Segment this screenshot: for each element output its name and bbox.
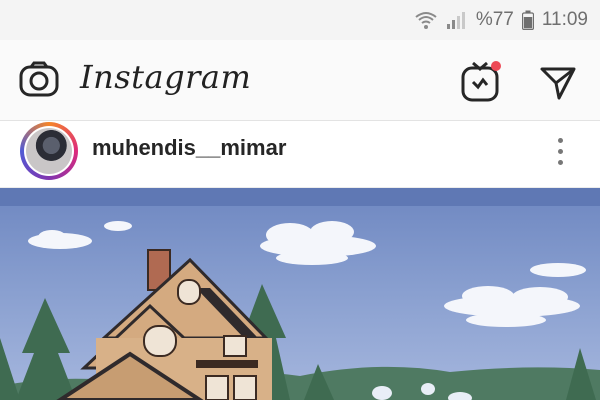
battery-percent: %77 bbox=[475, 9, 514, 30]
wifi-icon bbox=[414, 10, 438, 30]
camera-icon bbox=[19, 61, 59, 102]
clock: 11:09 bbox=[541, 9, 588, 30]
igtv-button[interactable] bbox=[460, 60, 504, 104]
igtv-icon bbox=[460, 61, 504, 108]
signal-icon bbox=[446, 10, 468, 30]
cloud bbox=[530, 263, 586, 277]
sky-band bbox=[0, 188, 600, 206]
camera-button[interactable] bbox=[18, 60, 60, 102]
post-image[interactable] bbox=[0, 188, 600, 400]
battery-icon bbox=[521, 10, 534, 30]
app-logo: Instagram bbox=[80, 58, 252, 96]
avatar bbox=[24, 126, 74, 176]
avatar-story-ring[interactable] bbox=[20, 122, 78, 180]
cloud bbox=[104, 221, 132, 231]
post-username[interactable]: muhendis__mimar bbox=[92, 135, 286, 161]
more-options-icon bbox=[557, 148, 563, 154]
post-header: muhendis__mimar bbox=[0, 121, 600, 188]
more-options-icon bbox=[557, 137, 563, 143]
status-bar: %77 11:09 bbox=[0, 0, 600, 40]
status-indicators: %77 11:09 bbox=[414, 0, 588, 40]
more-options-button[interactable] bbox=[548, 131, 572, 171]
more-options-icon bbox=[557, 159, 563, 165]
direct-message-button[interactable] bbox=[538, 62, 578, 102]
app-header: Instagram bbox=[0, 40, 600, 121]
direct-message-icon bbox=[538, 67, 578, 106]
avatar-image bbox=[26, 128, 72, 174]
